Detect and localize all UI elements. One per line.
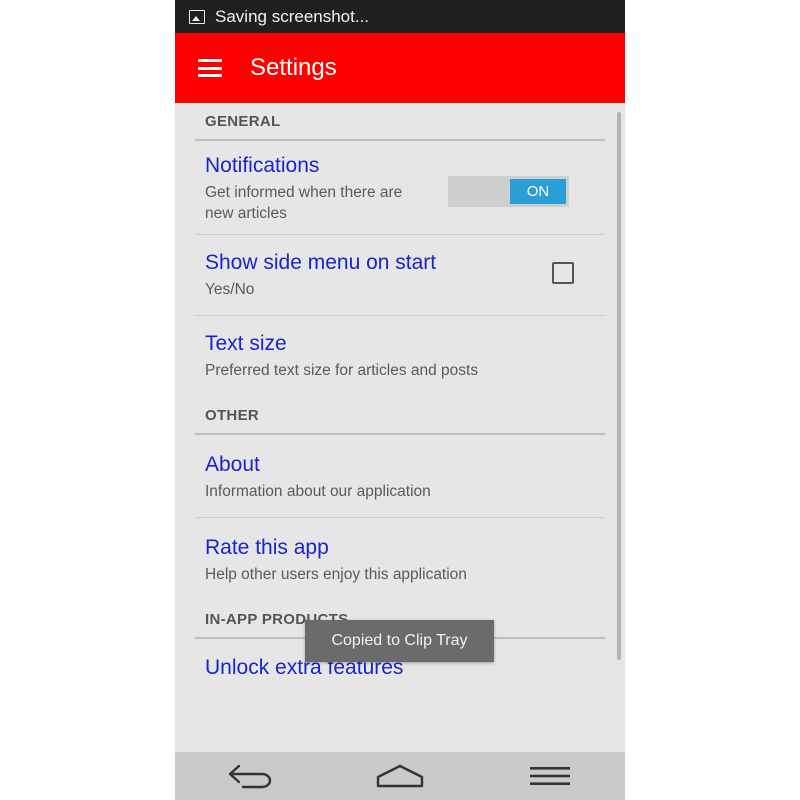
toggle-knob: ON <box>510 179 566 204</box>
status-bar: Saving screenshot... <box>175 0 625 33</box>
pref-title: Show side menu on start <box>205 251 437 274</box>
status-text: Saving screenshot... <box>215 6 370 26</box>
page-title: Settings <box>250 54 337 81</box>
pref-about[interactable]: About Information about our application <box>195 435 605 518</box>
toast-message: Copied to Clip Tray <box>305 620 494 662</box>
section-header-general: GENERAL <box>195 103 605 141</box>
scrollbar[interactable] <box>617 112 621 660</box>
menu-icon[interactable] <box>520 756 580 796</box>
hamburger-icon[interactable] <box>198 59 222 77</box>
image-icon <box>189 9 205 24</box>
settings-list: GENERAL Notifications Get informed when … <box>195 103 605 689</box>
pref-summary: Get informed when there are new articles <box>205 184 403 222</box>
pref-title: Notifications <box>205 154 320 177</box>
pref-rate-app[interactable]: Rate this app Help other users enjoy thi… <box>195 518 605 601</box>
pref-title: Text size <box>205 332 287 355</box>
app-bar: Settings <box>175 33 625 103</box>
notifications-toggle[interactable]: ON <box>448 176 569 207</box>
pref-title: Rate this app <box>205 536 329 559</box>
section-header-other: OTHER <box>195 397 605 435</box>
back-icon[interactable] <box>220 756 280 796</box>
pref-text-size[interactable]: Text size Preferred text size for articl… <box>195 316 605 397</box>
pref-side-menu[interactable]: Show side menu on start Yes/No <box>195 235 605 316</box>
home-icon[interactable] <box>370 756 430 796</box>
pref-title: About <box>205 453 260 476</box>
pref-notifications[interactable]: Notifications Get informed when there ar… <box>195 141 605 235</box>
pref-summary: Help other users enjoy this application <box>205 566 467 583</box>
pref-summary: Preferred text size for articles and pos… <box>205 362 479 379</box>
navigation-bar <box>175 752 625 800</box>
pref-summary: Yes/No <box>205 281 255 298</box>
phone-screen: Saving screenshot... Settings GENERAL No… <box>175 0 625 800</box>
side-menu-checkbox[interactable] <box>552 262 574 284</box>
pref-summary: Information about our application <box>205 483 431 500</box>
